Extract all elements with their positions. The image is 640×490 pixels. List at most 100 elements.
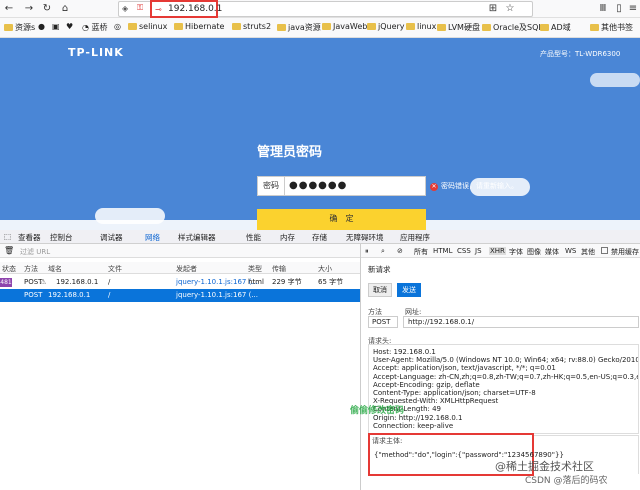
bookmark-icon[interactable]: ♥ [66,22,73,31]
column-type[interactable]: 类型 [248,264,262,274]
filter-other[interactable]: 其他 [581,247,595,257]
bookmark-item[interactable]: linux [406,22,436,31]
block-icon[interactable]: ⊘ [397,247,403,255]
filter-js[interactable]: JS [475,247,482,255]
menu-icon[interactable]: ≡ [626,2,640,16]
tab-debugger[interactable]: 调试器 [100,232,123,243]
tab-network[interactable]: 网络 [145,232,160,243]
header-line: Connection: keep-alive [373,421,454,430]
column-method[interactable]: 方法 [24,264,38,274]
tab-style-editor[interactable]: 样式编辑器 [178,232,216,243]
column-transfer[interactable]: 传输 [272,264,286,274]
disable-cache-label: 禁用缓存 [611,248,639,256]
header-line: Content-Length: 49 [373,405,442,414]
error-icon: ✕ [430,183,438,191]
bookmark-item[interactable]: AD域 [540,22,571,33]
trash-icon[interactable]: 🗑 [4,246,14,255]
back-icon[interactable]: ← [2,2,16,16]
row-initiator[interactable]: jquery-1.10.1.js:167 (... [176,276,258,289]
folder-icon [128,23,137,30]
folder-icon [406,23,415,30]
search-icon[interactable]: ⌕ [381,247,385,256]
filter-type-bar: ⏸ ⌕ ⊘ 所有 HTML CSS JS XHR 字体 图像 媒体 WS 其他 … [361,244,640,258]
grid-icon[interactable]: ⊞ [486,2,500,16]
header-line: Content-Type: application/json; charset=… [373,389,536,398]
model-number: 产品型号：TL-WDR6300 [540,50,621,58]
column-size[interactable]: 大小 [318,264,332,274]
forward-icon[interactable]: → [22,2,36,16]
library-icon[interactable]: Ⅲ [596,2,610,16]
filter-all[interactable]: 所有 [414,247,428,257]
folder-icon [174,23,183,30]
filter-images[interactable]: 图像 [527,247,541,257]
bookmark-item[interactable]: struts2 [232,22,271,31]
url-highlight-box: ⊸ 192.168.0.1 [150,0,222,18]
bookmark-icon[interactable]: ◎ [114,22,121,31]
watermark: @稀土掘金技术社区 [495,460,594,473]
pause-icon[interactable]: ⏸ [365,247,369,256]
status-badge: 481 [0,278,12,287]
request-table-header: 状态 方法 域名 文件 发起者 类型 传输 大小 [0,262,360,274]
bookmark-item[interactable]: jQuery [367,22,405,31]
inspector-icon[interactable]: ⬚ [4,232,11,241]
confirm-button[interactable]: 确 定 [257,209,426,230]
tab-inspector[interactable]: 查看器 [18,232,41,243]
table-row-selected[interactable]: POST 192.168.0.1 / jquery-1.10.1.js:167 … [0,289,360,302]
column-domain[interactable]: 域名 [48,264,62,274]
bookmark-item[interactable]: Oracle及SQL [482,22,543,33]
filter-media[interactable]: 媒体 [545,247,559,257]
table-row[interactable]: 481 POST ⚠ 192.168.0.1 / jquery-1.10.1.j… [0,276,360,289]
header-line: X-Requested-With: XMLHttpRequest [373,397,499,406]
row-file: / [108,291,111,299]
method-field[interactable]: POST [368,316,398,328]
url-field[interactable]: http://192.168.0.1/ [403,316,639,328]
filter-ws[interactable]: WS [565,247,576,255]
password-field[interactable]: ●●●●●● [284,176,426,196]
tab-console[interactable]: 控制台 [50,232,73,243]
bookmark-item[interactable]: selinux [128,22,167,31]
column-status[interactable]: 状态 [2,264,16,274]
row-transfer: 229 字节 [272,278,302,286]
tab-storage[interactable]: 存储 [312,232,327,243]
insecure-lock-icon: ⚿ [137,3,144,12]
bookmarks-bar: 资源s ● ▣ ♥ ◔ 蓝桥 ◎ selinux Hibernate strut… [0,18,640,38]
filter-css[interactable]: CSS [457,247,471,255]
headers-textarea[interactable]: Host: 192.168.0.1 User-Agent: Mozilla/5.… [368,344,639,434]
bookmark-item[interactable]: ◔ 蓝桥 [82,22,108,33]
tab-performance[interactable]: 性能 [246,232,261,243]
tab-accessibility[interactable]: 无障碍环境 [346,232,384,243]
column-file[interactable]: 文件 [108,264,122,274]
bookmark-item[interactable]: 其他书签 [590,22,633,33]
tab-application[interactable]: 应用程序 [400,232,430,243]
folder-icon [540,24,549,31]
header-line: Origin: http://192.168.0.1 [373,413,463,422]
bookmark-item[interactable]: Hibernate [174,22,224,31]
row-method: POST [24,291,43,299]
tab-memory[interactable]: 内存 [280,232,295,243]
filter-url-input[interactable]: 过滤 URL [20,247,50,257]
send-button[interactable]: 发送 [397,283,421,297]
filter-fonts[interactable]: 字体 [509,247,523,257]
cancel-button[interactable]: 取消 [368,283,392,297]
tplink-logo: TP-LINK [68,46,124,59]
bookmark-item[interactable]: LVM硬盘 [437,22,480,33]
star-icon[interactable]: ☆ [503,2,517,16]
browser-toolbar: ← → ↻ ⌂ ◈ ⚿ ⊸ 192.168.0.1 ⊞ ☆ Ⅲ ▯ ≡ [0,0,640,18]
filter-html[interactable]: HTML [433,247,452,255]
url-text[interactable]: 192.168.0.1 [168,4,222,14]
home-icon[interactable]: ⌂ [58,2,72,16]
bookmark-item[interactable]: 资源s [4,22,35,33]
github-icon[interactable]: ● [38,22,45,31]
column-initiator[interactable]: 发起者 [176,264,197,274]
bookmark-item[interactable]: JavaWeb [322,22,367,31]
disable-cache-checkbox[interactable] [601,247,608,254]
filter-xhr[interactable]: XHR [489,247,506,255]
bookmark-item[interactable]: java资源 [277,22,321,33]
row-type: html [248,278,264,286]
row-initiator[interactable]: jquery-1.10.1.js:167 (... [176,289,258,302]
reload-icon[interactable]: ↻ [40,2,54,16]
bookmark-icon[interactable]: ▣ [52,22,60,31]
row-domain: 192.168.0.1 [56,278,99,286]
sidebar-icon[interactable]: ▯ [612,2,626,16]
network-toolbar: 🗑 过滤 URL [0,244,360,258]
